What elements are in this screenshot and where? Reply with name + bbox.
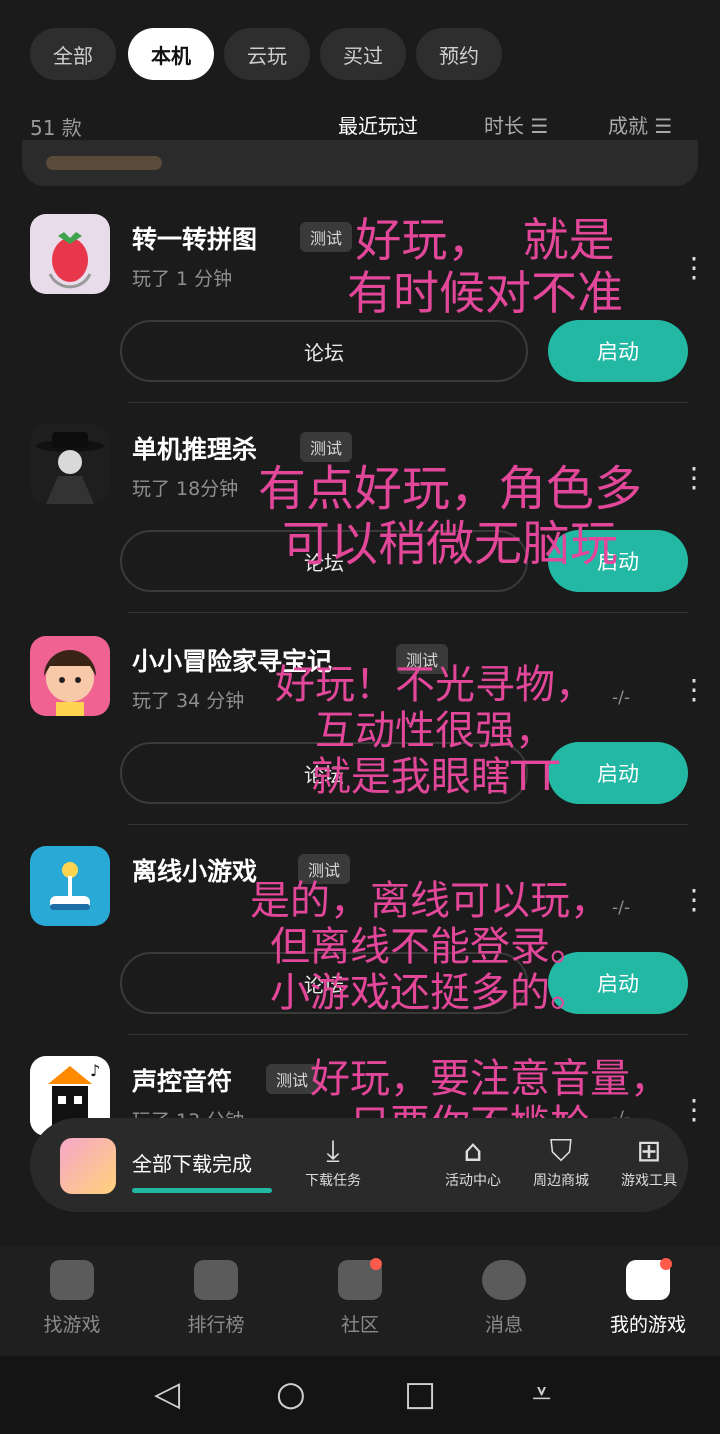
tab-purchased[interactable]: 买过 — [320, 28, 406, 80]
system-nav-bar: ◁ ○ □ ⩡ — [0, 1356, 720, 1434]
game-count: 51 款 — [30, 116, 82, 140]
download-status: 全部下载完成 — [132, 1152, 252, 1176]
download-progress — [132, 1188, 272, 1193]
game-tools-button[interactable]: ⊞ 游戏工具 — [604, 1134, 694, 1190]
message-icon — [482, 1260, 526, 1300]
filter-tabs: 全部 本机 云玩 买过 预约 — [0, 28, 720, 84]
bottom-nav: 找游戏 排行榜 社区 消息 我的游戏 — [0, 1246, 720, 1356]
more-icon[interactable]: ⋮ — [680, 886, 708, 914]
back-icon[interactable]: ◁ — [154, 1374, 180, 1414]
download-icon: ⤓ — [326, 1134, 340, 1169]
tab-cloud[interactable]: 云玩 — [224, 28, 310, 80]
joystick-icon[interactable] — [30, 846, 110, 926]
download-task-button[interactable]: ⤓ 下载任务 — [288, 1134, 378, 1190]
download-thumbnail — [60, 1138, 116, 1194]
home-icon[interactable]: ○ — [276, 1374, 306, 1414]
nav-ranking[interactable]: 排行榜 — [156, 1260, 276, 1337]
overlay-comment-1: 好玩， 就是 有时候对不准 — [347, 213, 623, 320]
community-notification-dot — [370, 1258, 382, 1270]
start-button[interactable]: 启动 — [548, 320, 688, 382]
activity-center-button[interactable]: ⌂ 活动中心 — [428, 1134, 518, 1190]
menu-down-icon[interactable]: ⩡ — [532, 1374, 551, 1414]
download-bar[interactable]: 全部下载完成 ⤓ 下载任务 ⌂ 活动中心 ⛉ 周边商城 ⊞ 游戏工具 — [30, 1118, 688, 1212]
nav-community[interactable]: 社区 — [300, 1260, 420, 1337]
game-title: 单机推理杀 — [132, 435, 258, 464]
divider — [128, 1034, 688, 1035]
play-time: 玩了 1 分钟 — [132, 268, 233, 290]
gift-icon: ⌂ — [463, 1134, 483, 1169]
previous-card-edge — [22, 140, 698, 186]
my-games-notification-dot — [660, 1258, 672, 1270]
tab-local[interactable]: 本机 — [128, 28, 214, 80]
strawberry-icon[interactable] — [30, 214, 110, 294]
tab-all[interactable]: 全部 — [30, 28, 116, 80]
overlay-comment-3: 好玩！不光寻物， 互动性很强， 就是我眼瞎TT — [275, 662, 595, 800]
tab-reserved[interactable]: 预约 — [416, 28, 502, 80]
nav-my-games[interactable]: 我的游戏 — [588, 1260, 708, 1337]
nav-messages[interactable]: 消息 — [444, 1260, 564, 1337]
forum-button[interactable]: 论坛 — [120, 320, 528, 382]
play-time: 玩了 34 分钟 — [132, 690, 245, 712]
sort-recent[interactable]: 最近玩过 — [338, 110, 418, 139]
game-title: 声控音符 — [132, 1067, 233, 1096]
detective-icon[interactable] — [30, 424, 110, 504]
overlay-comment-4: 是的，离线可以玩， 但离线不能登录。 小游戏还挺多的。 — [250, 878, 610, 1016]
ranking-icon — [194, 1260, 238, 1300]
store-icon: ⛉ — [549, 1134, 573, 1169]
gamepad-icon: ⊞ — [636, 1134, 662, 1169]
divider — [128, 824, 688, 825]
girl-icon[interactable] — [30, 636, 110, 716]
merch-store-button[interactable]: ⛉ 周边商城 — [516, 1134, 606, 1190]
overlay-comment-2: 有点好玩，角色多 可以稍微无脑玩 — [257, 461, 642, 573]
nav-find-games[interactable]: 找游戏 — [12, 1260, 132, 1337]
divider — [128, 612, 688, 613]
divider — [128, 402, 688, 403]
svg-text:♪: ♪ — [90, 1061, 100, 1080]
more-icon[interactable]: ⋮ — [680, 676, 708, 704]
game-title: 转一转拼图 — [132, 225, 258, 254]
sort-achievement[interactable]: 成就 ☰ — [608, 110, 672, 139]
recents-icon[interactable]: □ — [404, 1374, 436, 1414]
find-games-icon — [50, 1260, 94, 1300]
sort-duration[interactable]: 时长 ☰ — [484, 110, 548, 139]
test-badge: 测试 — [300, 432, 353, 462]
